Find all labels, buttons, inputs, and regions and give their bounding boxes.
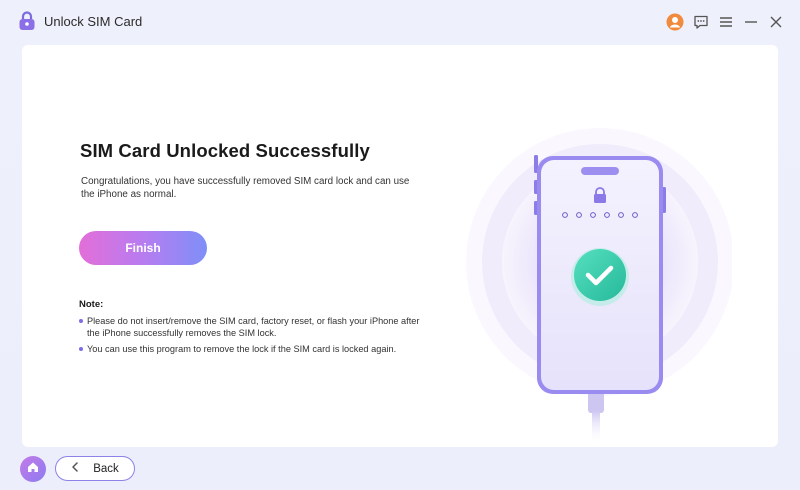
note-text: Please do not insert/remove the SIM card… [87, 316, 420, 338]
avatar-icon[interactable] [665, 12, 685, 32]
page-title: SIM Card Unlocked Successfully [80, 140, 370, 161]
note-item: Please do not insert/remove the SIM card… [79, 315, 424, 339]
bullet-icon [79, 347, 83, 351]
bullet-icon [79, 319, 83, 323]
home-icon [26, 460, 40, 479]
app-title: Unlock SIM Card [44, 14, 143, 29]
title-bar: Unlock SIM Card [0, 0, 800, 44]
close-icon[interactable] [766, 12, 786, 32]
back-button[interactable]: Back [55, 456, 135, 481]
chevron-left-icon [71, 462, 79, 475]
checkmark-icon [571, 248, 629, 306]
cable-icon [588, 391, 604, 445]
note-item: You can use this program to remove the l… [79, 343, 424, 355]
home-button[interactable] [20, 456, 46, 482]
finish-button[interactable]: Finish [79, 231, 207, 265]
success-description: Congratulations, you have successfully r… [81, 176, 410, 200]
main-card: SIM Card Unlocked Successfully Congratul… [22, 45, 778, 447]
back-label: Back [93, 462, 119, 475]
lock-logo-icon [18, 11, 36, 31]
note-title: Note: [79, 299, 104, 310]
menu-icon[interactable] [716, 12, 736, 32]
note-list: Please do not insert/remove the SIM card… [79, 315, 424, 359]
feedback-icon[interactable] [691, 12, 711, 32]
phone-illustration [442, 105, 734, 475]
note-text: You can use this program to remove the l… [87, 344, 397, 354]
minimize-icon[interactable] [741, 12, 761, 32]
